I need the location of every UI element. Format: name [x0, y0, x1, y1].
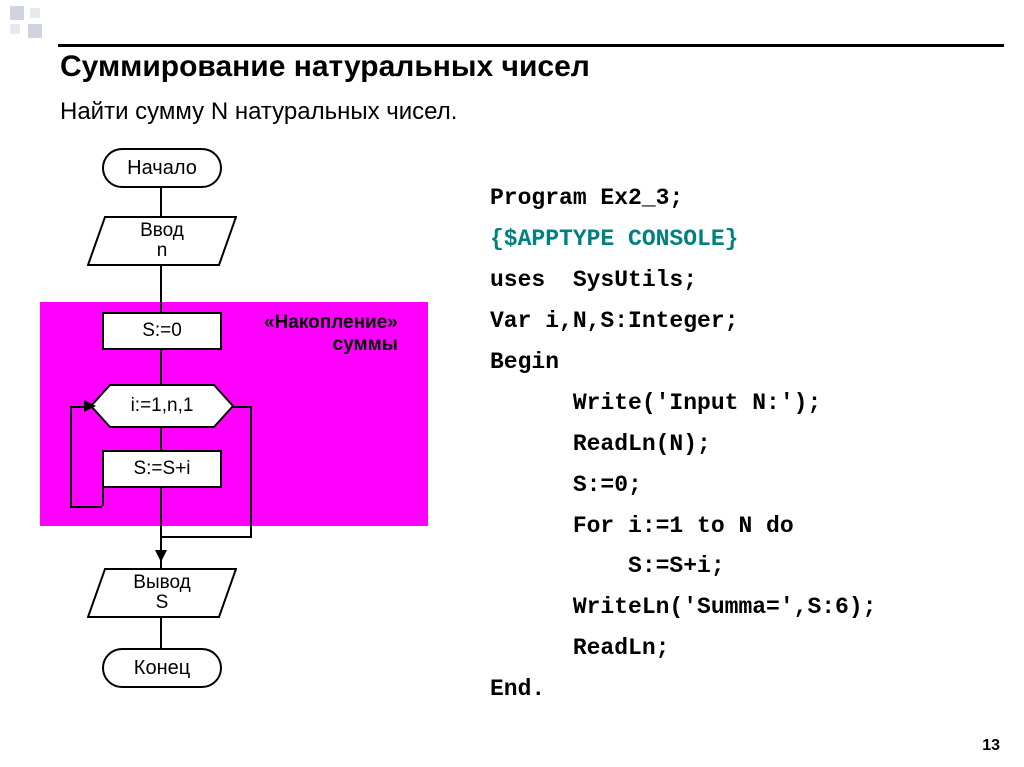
flowchart-init: S:=0 — [102, 312, 222, 350]
code-line: Write('Input N:'); — [490, 390, 821, 416]
code-line: uses SysUtils; — [490, 267, 697, 293]
flowchart-input: Ввод n — [87, 216, 237, 266]
code-line: ReadLn(N); — [490, 431, 711, 457]
flowchart-body: S:=S+i — [102, 450, 222, 488]
connector — [160, 188, 162, 216]
loop-exit-line — [250, 406, 252, 538]
code-line: Program Ex2_3; — [490, 185, 683, 211]
code-line: For i:=1 to N do — [490, 513, 794, 539]
code-line: Var i,N,S:Integer; — [490, 308, 738, 334]
loop-exit-line — [232, 406, 252, 408]
flowchart-start: Начало — [102, 148, 222, 188]
output-label-1: Вывод — [133, 573, 190, 593]
arrowhead-icon — [84, 400, 96, 412]
annotation-line1: «Накопление» — [264, 312, 398, 333]
slide-subtitle: Найти сумму N натуральных чисел. — [60, 98, 457, 126]
code-line: Begin — [490, 349, 559, 375]
accumulator-annotation: «Накопление» суммы — [264, 312, 398, 356]
code-line: WriteLn('Summa=',S:6); — [490, 594, 876, 620]
loop-exit-line — [160, 536, 252, 538]
body-label: S:=S+i — [133, 458, 190, 480]
flowchart: «Накопление» суммы Начало Ввод n S:=0 i:… — [32, 148, 432, 708]
start-label: Начало — [127, 157, 197, 180]
connector — [160, 618, 162, 648]
code-line: End. — [490, 676, 545, 702]
slide-decoration — [0, 0, 60, 50]
annotation-line2: суммы — [333, 334, 398, 355]
loop-back-line — [70, 406, 72, 508]
end-label: Конец — [134, 657, 190, 680]
connector — [160, 350, 162, 384]
code-block: Program Ex2_3; {$APPTYPE CONSOLE} uses S… — [490, 178, 876, 710]
init-label: S:=0 — [142, 320, 182, 342]
flowchart-loop: i:=1,n,1 — [90, 384, 234, 428]
code-line: S:=S+i; — [490, 553, 725, 579]
loop-label: i:=1,n,1 — [131, 395, 194, 417]
input-label-1: Ввод — [140, 221, 184, 241]
code-directive: {$APPTYPE CONSOLE} — [490, 226, 738, 252]
loop-back-line — [70, 506, 102, 508]
code-line: ReadLn; — [490, 635, 669, 661]
slide-title: Суммирование натуральных чисел — [60, 50, 590, 84]
connector — [160, 266, 162, 312]
arrowhead-icon — [155, 550, 167, 562]
flowchart-end: Конец — [102, 648, 222, 688]
code-line: S:=0; — [490, 472, 642, 498]
input-label-2: n — [157, 241, 168, 261]
loop-back-line — [102, 488, 104, 506]
flowchart-output: Вывод S — [87, 568, 237, 618]
connector — [160, 428, 162, 450]
page-number: 13 — [982, 737, 1000, 755]
title-underline — [58, 44, 1004, 47]
output-label-2: S — [156, 593, 169, 613]
